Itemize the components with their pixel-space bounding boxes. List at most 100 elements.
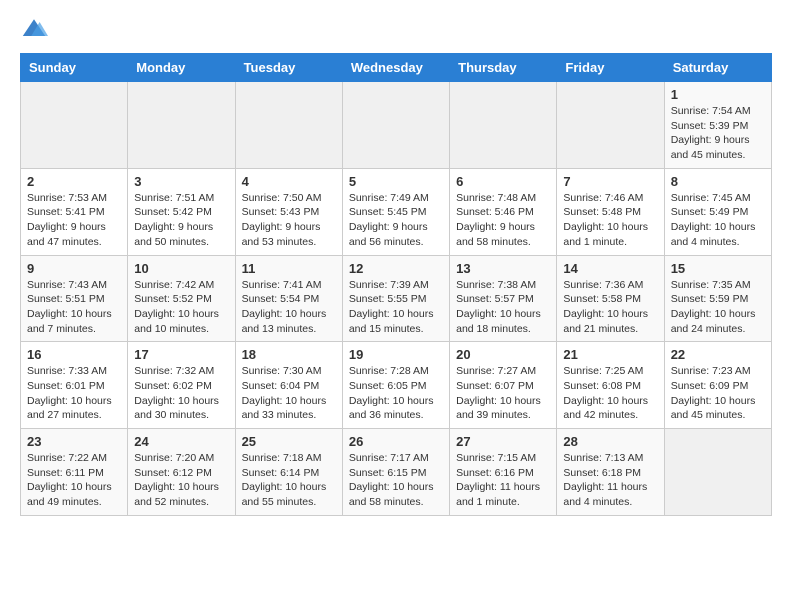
day-number: 22 — [671, 347, 765, 362]
day-number: 16 — [27, 347, 121, 362]
calendar-day-cell: 3 Sunrise: 7:51 AM Sunset: 5:42 PM Daylig… — [128, 168, 235, 255]
calendar-week-row: 1Sunrise: 7:54 AM Sunset: 5:39 PM Daylig… — [21, 82, 772, 169]
calendar-day-cell — [450, 82, 557, 169]
calendar-day-cell: 5 Sunrise: 7:49 AM Sunset: 5:45 PM Daylig… — [342, 168, 449, 255]
calendar-day-cell: 23 Sunrise: 7:22 AM Sunset: 6:11 PM Dayli… — [21, 429, 128, 516]
day-info: Sunrise: 7:41 AM Sunset: 5:54 PM Dayligh… — [242, 278, 336, 337]
calendar-day-cell: 25 Sunrise: 7:18 AM Sunset: 6:14 PM Dayli… — [235, 429, 342, 516]
day-number: 24 — [134, 434, 228, 449]
day-info: Sunrise: 7:45 AM Sunset: 5:49 PM Dayligh… — [671, 191, 765, 250]
calendar-day-cell: 10 Sunrise: 7:42 AM Sunset: 5:52 PM Dayli… — [128, 255, 235, 342]
day-info: Sunrise: 7:32 AM Sunset: 6:02 PM Dayligh… — [134, 364, 228, 423]
calendar-day-cell: 1Sunrise: 7:54 AM Sunset: 5:39 PM Daylig… — [664, 82, 771, 169]
calendar-day-cell: 9 Sunrise: 7:43 AM Sunset: 5:51 PM Daylig… — [21, 255, 128, 342]
calendar-week-row: 2Sunrise: 7:53 AM Sunset: 5:41 PM Daylig… — [21, 168, 772, 255]
day-info: Sunrise: 7:28 AM Sunset: 6:05 PM Dayligh… — [349, 364, 443, 423]
day-info: Sunrise: 7:25 AM Sunset: 6:08 PM Dayligh… — [563, 364, 657, 423]
day-info: Sunrise: 7:38 AM Sunset: 5:57 PM Dayligh… — [456, 278, 550, 337]
day-info: Sunrise: 7:53 AM Sunset: 5:41 PM Dayligh… — [27, 191, 121, 250]
calendar-day-cell: 19 Sunrise: 7:28 AM Sunset: 6:05 PM Dayli… — [342, 342, 449, 429]
calendar-day-cell: 22 Sunrise: 7:23 AM Sunset: 6:09 PM Dayli… — [664, 342, 771, 429]
day-number: 5 — [349, 174, 443, 189]
calendar-day-header: Saturday — [664, 54, 771, 82]
calendar-day-header: Tuesday — [235, 54, 342, 82]
day-info: Sunrise: 7:17 AM Sunset: 6:15 PM Dayligh… — [349, 451, 443, 510]
calendar-day-header: Friday — [557, 54, 664, 82]
logo-icon — [20, 15, 48, 43]
calendar-day-cell — [128, 82, 235, 169]
calendar-day-header: Thursday — [450, 54, 557, 82]
day-number: 14 — [563, 261, 657, 276]
day-info: Sunrise: 7:33 AM Sunset: 6:01 PM Dayligh… — [27, 364, 121, 423]
day-info: Sunrise: 7:46 AM Sunset: 5:48 PM Dayligh… — [563, 191, 657, 250]
day-number: 3 — [134, 174, 228, 189]
day-number: 20 — [456, 347, 550, 362]
calendar-day-cell — [342, 82, 449, 169]
calendar-day-cell — [21, 82, 128, 169]
day-number: 11 — [242, 261, 336, 276]
day-number: 6 — [456, 174, 550, 189]
calendar-day-cell — [235, 82, 342, 169]
logo — [20, 15, 52, 43]
calendar-day-cell: 26 Sunrise: 7:17 AM Sunset: 6:15 PM Dayli… — [342, 429, 449, 516]
day-info: Sunrise: 7:36 AM Sunset: 5:58 PM Dayligh… — [563, 278, 657, 337]
day-number: 25 — [242, 434, 336, 449]
day-info: Sunrise: 7:39 AM Sunset: 5:55 PM Dayligh… — [349, 278, 443, 337]
day-info: Sunrise: 7:49 AM Sunset: 5:45 PM Dayligh… — [349, 191, 443, 250]
day-info: Sunrise: 7:23 AM Sunset: 6:09 PM Dayligh… — [671, 364, 765, 423]
calendar-day-header: Wednesday — [342, 54, 449, 82]
day-number: 18 — [242, 347, 336, 362]
calendar-day-cell: 18 Sunrise: 7:30 AM Sunset: 6:04 PM Dayli… — [235, 342, 342, 429]
day-info: Sunrise: 7:48 AM Sunset: 5:46 PM Dayligh… — [456, 191, 550, 250]
calendar-day-cell: 12 Sunrise: 7:39 AM Sunset: 5:55 PM Dayli… — [342, 255, 449, 342]
calendar-day-cell: 2Sunrise: 7:53 AM Sunset: 5:41 PM Daylig… — [21, 168, 128, 255]
day-number: 1 — [671, 87, 765, 102]
calendar-day-cell: 24 Sunrise: 7:20 AM Sunset: 6:12 PM Dayli… — [128, 429, 235, 516]
day-info: Sunrise: 7:43 AM Sunset: 5:51 PM Dayligh… — [27, 278, 121, 337]
day-number: 4 — [242, 174, 336, 189]
calendar-day-cell: 20 Sunrise: 7:27 AM Sunset: 6:07 PM Dayli… — [450, 342, 557, 429]
day-number: 28 — [563, 434, 657, 449]
day-number: 12 — [349, 261, 443, 276]
calendar-day-cell: 15 Sunrise: 7:35 AM Sunset: 5:59 PM Dayli… — [664, 255, 771, 342]
calendar-day-cell: 8 Sunrise: 7:45 AM Sunset: 5:49 PM Daylig… — [664, 168, 771, 255]
calendar-day-cell: 13 Sunrise: 7:38 AM Sunset: 5:57 PM Dayli… — [450, 255, 557, 342]
day-number: 13 — [456, 261, 550, 276]
day-number: 9 — [27, 261, 121, 276]
calendar-day-cell: 21 Sunrise: 7:25 AM Sunset: 6:08 PM Dayli… — [557, 342, 664, 429]
day-number: 23 — [27, 434, 121, 449]
calendar-day-cell — [664, 429, 771, 516]
calendar-day-cell: 14 Sunrise: 7:36 AM Sunset: 5:58 PM Dayli… — [557, 255, 664, 342]
day-number: 21 — [563, 347, 657, 362]
page-container: SundayMondayTuesdayWednesdayThursdayFrid… — [0, 0, 792, 531]
calendar-week-row: 23 Sunrise: 7:22 AM Sunset: 6:11 PM Dayli… — [21, 429, 772, 516]
day-info: Sunrise: 7:22 AM Sunset: 6:11 PM Dayligh… — [27, 451, 121, 510]
day-number: 10 — [134, 261, 228, 276]
calendar-day-cell: 28 Sunrise: 7:13 AM Sunset: 6:18 PM Dayli… — [557, 429, 664, 516]
calendar-week-row: 9 Sunrise: 7:43 AM Sunset: 5:51 PM Daylig… — [21, 255, 772, 342]
day-number: 8 — [671, 174, 765, 189]
calendar-week-row: 16 Sunrise: 7:33 AM Sunset: 6:01 PM Dayli… — [21, 342, 772, 429]
day-info: Sunrise: 7:50 AM Sunset: 5:43 PM Dayligh… — [242, 191, 336, 250]
calendar-header-row: SundayMondayTuesdayWednesdayThursdayFrid… — [21, 54, 772, 82]
day-info: Sunrise: 7:30 AM Sunset: 6:04 PM Dayligh… — [242, 364, 336, 423]
day-info: Sunrise: 7:51 AM Sunset: 5:42 PM Dayligh… — [134, 191, 228, 250]
day-info: Sunrise: 7:20 AM Sunset: 6:12 PM Dayligh… — [134, 451, 228, 510]
calendar-day-cell: 6 Sunrise: 7:48 AM Sunset: 5:46 PM Daylig… — [450, 168, 557, 255]
day-number: 27 — [456, 434, 550, 449]
calendar-day-header: Monday — [128, 54, 235, 82]
calendar-day-cell: 17 Sunrise: 7:32 AM Sunset: 6:02 PM Dayli… — [128, 342, 235, 429]
day-number: 17 — [134, 347, 228, 362]
day-number: 26 — [349, 434, 443, 449]
day-info: Sunrise: 7:35 AM Sunset: 5:59 PM Dayligh… — [671, 278, 765, 337]
day-info: Sunrise: 7:27 AM Sunset: 6:07 PM Dayligh… — [456, 364, 550, 423]
day-info: Sunrise: 7:13 AM Sunset: 6:18 PM Dayligh… — [563, 451, 657, 510]
day-info: Sunrise: 7:42 AM Sunset: 5:52 PM Dayligh… — [134, 278, 228, 337]
day-info: Sunrise: 7:18 AM Sunset: 6:14 PM Dayligh… — [242, 451, 336, 510]
calendar-day-cell: 16 Sunrise: 7:33 AM Sunset: 6:01 PM Dayli… — [21, 342, 128, 429]
calendar-day-cell: 4 Sunrise: 7:50 AM Sunset: 5:43 PM Daylig… — [235, 168, 342, 255]
calendar-day-cell: 27Sunrise: 7:15 AM Sunset: 6:16 PM Dayli… — [450, 429, 557, 516]
day-number: 19 — [349, 347, 443, 362]
day-number: 15 — [671, 261, 765, 276]
calendar-day-cell: 11 Sunrise: 7:41 AM Sunset: 5:54 PM Dayli… — [235, 255, 342, 342]
